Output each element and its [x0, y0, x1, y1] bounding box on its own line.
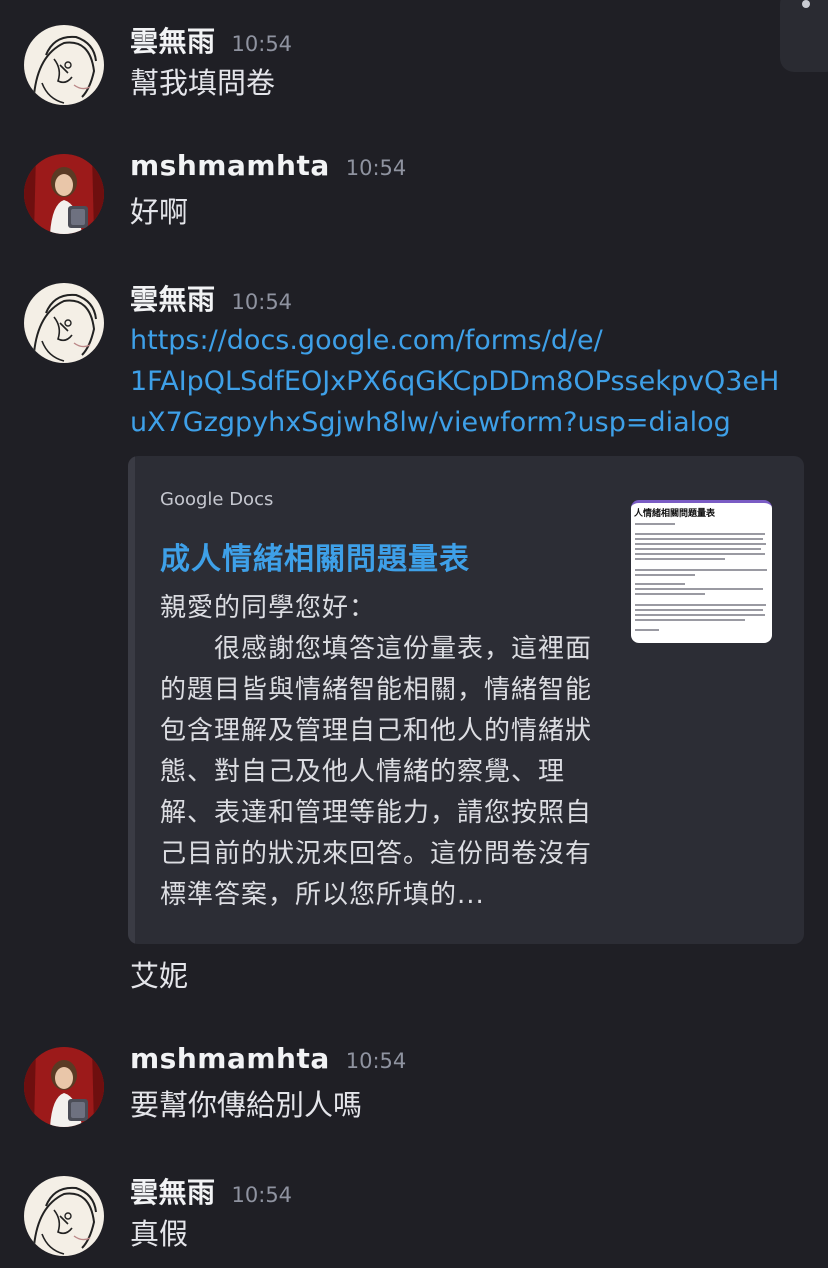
overflow-dot-icon — [802, 0, 810, 8]
embed-description-line: 的題目皆與情緒智能相關，情緒智能 — [160, 675, 593, 705]
username[interactable]: 雲無雨 — [130, 278, 216, 318]
sketch-avatar-icon[interactable] — [24, 283, 104, 363]
embed-description-line: 親愛的同學您好： — [160, 593, 377, 623]
embed-description-line: 標準答案，所以您所填的... — [160, 880, 485, 910]
username[interactable]: mshmamhta — [130, 1042, 330, 1075]
username[interactable]: 雲無雨 — [130, 1171, 216, 1211]
embed-thumbnail[interactable]: 人情緒相關問題量表 — [631, 500, 772, 643]
timestamp: 10:54 — [231, 1183, 293, 1207]
embed-description-line: 己目前的狀況來回答。這份問卷沒有 — [160, 839, 593, 869]
timestamp: 10:54 — [345, 1049, 407, 1073]
embed-provider[interactable]: Google Docs — [160, 489, 273, 510]
message-link[interactable]: https://docs.google.com/forms/d/e/ 1FAIp… — [130, 320, 810, 443]
timestamp: 10:54 — [231, 290, 293, 314]
chat-message-list: 雲無雨 10:54 幫我填問卷 mshmamhta 10:54 好啊 雲無雨 1… — [0, 0, 828, 1268]
link-line[interactable]: 1FAIpQLSdfEOJxPX6qGKCpDDm8OPssekpvQ3eH — [130, 361, 810, 402]
sketch-avatar-icon[interactable] — [24, 25, 104, 105]
timestamp: 10:54 — [231, 32, 293, 56]
embed-description: 親愛的同學您好： 很感謝您填答這份量表，這裡面 的題目皆與情緒智能相關，情緒智能… — [160, 588, 620, 916]
message-text: 艾妮 — [130, 959, 189, 993]
embed-description-line: 態、對自己及他人情緒的察覺、理 — [160, 757, 566, 787]
link-line[interactable]: https://docs.google.com/forms/d/e/ — [130, 320, 810, 361]
message-text: 好啊 — [130, 195, 189, 229]
embed-description-line: 解、表達和管理等能力，請您按照自 — [160, 798, 593, 828]
thumbnail-title: 人情緒相關問題量表 — [634, 509, 716, 519]
photo-avatar-icon[interactable] — [24, 1047, 104, 1127]
timestamp: 10:54 — [345, 156, 407, 180]
thumbnail-text-lines-icon — [635, 523, 767, 631]
embed-description-line: 很感謝您填答這份量表，這裡面 — [160, 634, 593, 664]
embed-accent-bar — [128, 456, 135, 944]
sketch-avatar-icon[interactable] — [24, 1176, 104, 1256]
embed-description-line: 包含理解及管理自己和他人的情緒狀 — [160, 716, 593, 746]
username[interactable]: 雲無雨 — [130, 20, 216, 60]
embed-title[interactable]: 成人情緒相關問題量表 — [160, 534, 470, 578]
link-line[interactable]: uX7GzgpyhxSgjwh8lw/viewform?usp=dialog — [130, 402, 810, 443]
link-embed-card: Google Docs 成人情緒相關問題量表 親愛的同學您好： 很感謝您填答這份… — [128, 456, 804, 944]
username[interactable]: mshmamhta — [130, 149, 330, 182]
message-text: 真假 — [130, 1217, 189, 1251]
message-text: 要幫你傳給別人嗎 — [130, 1088, 363, 1122]
message-text: 幫我填問卷 — [130, 66, 276, 100]
overflow-button[interactable] — [780, 0, 828, 72]
photo-avatar-icon[interactable] — [24, 154, 104, 234]
